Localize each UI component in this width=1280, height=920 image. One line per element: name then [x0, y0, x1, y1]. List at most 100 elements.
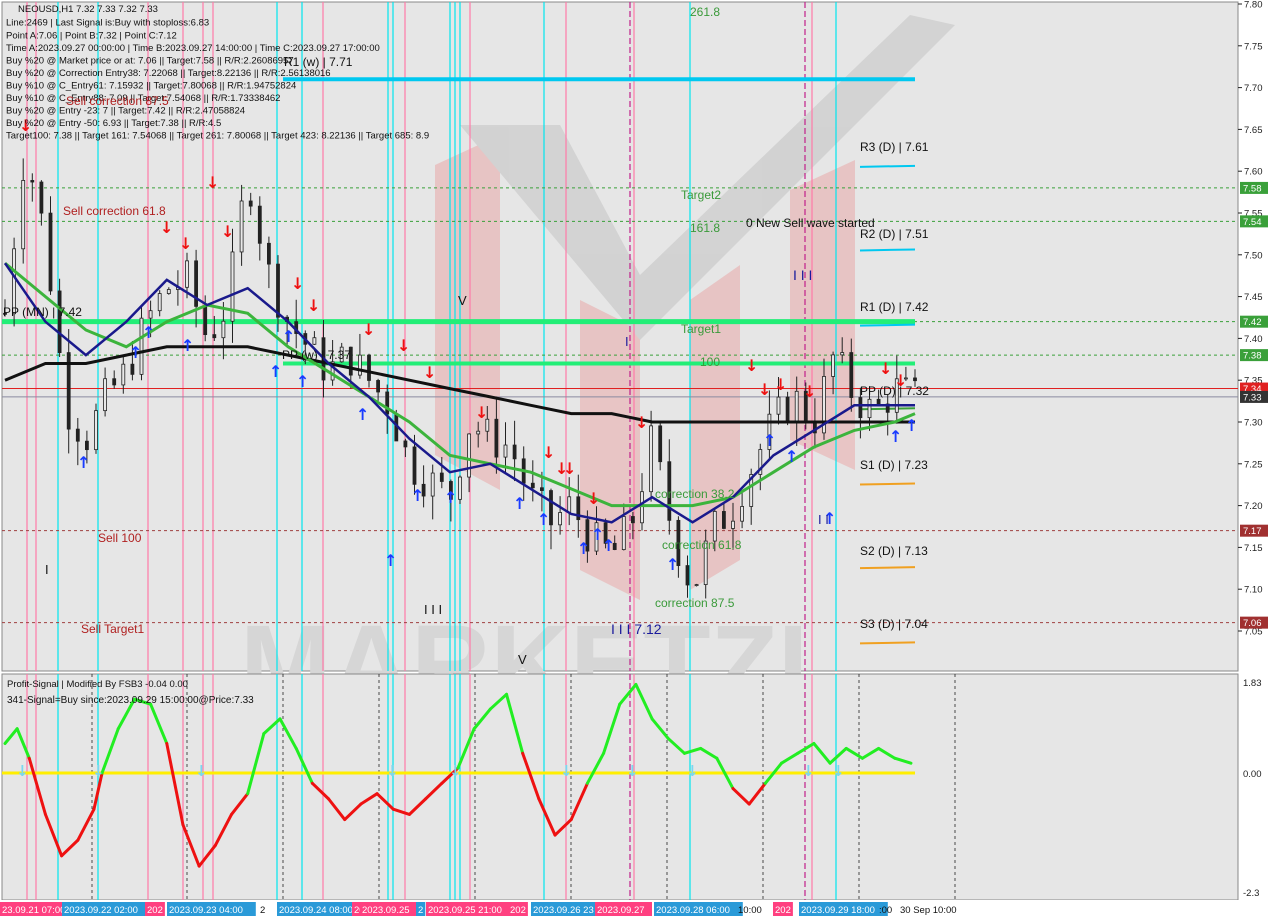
- candle-body: [257, 205, 262, 244]
- oscillator-title: Profit-Signal | Modified By FSB3 -0.04 0…: [7, 679, 188, 690]
- price-tick-label: 7.70: [1244, 83, 1263, 94]
- price-tick-label: 7.15: [1244, 543, 1263, 554]
- candle-body: [785, 396, 790, 423]
- candle-body: [694, 584, 699, 586]
- info-line: Buy %20 @ Correction Entry38: 7.22068 ||…: [6, 68, 331, 79]
- left-tick-label: I: [45, 562, 49, 577]
- candle-body: [476, 430, 481, 435]
- candle-body: [367, 354, 371, 381]
- candle-body: [512, 444, 517, 460]
- sell-arrow-icon: ↓: [179, 234, 192, 253]
- candle-body: [385, 391, 390, 415]
- buy-arrow-icon: ↑: [444, 488, 457, 507]
- buy-arrow-icon: ↑: [785, 447, 798, 466]
- candle-body: [540, 487, 544, 491]
- buy-arrow-icon: ↑: [411, 486, 424, 505]
- cross-marker-icon: ↓: [802, 762, 815, 780]
- price-badge-label: 7.54: [1243, 217, 1262, 228]
- time-axis-label: 202: [147, 905, 163, 916]
- price-tick-label: 7.25: [1244, 459, 1263, 470]
- price-badge-label: 7.38: [1243, 351, 1262, 362]
- buy-arrow-icon: ↑: [763, 431, 776, 450]
- sell-arrow-icon: ↓: [745, 356, 758, 375]
- price-tick-label: 7.20: [1244, 501, 1263, 512]
- sell-arrow-icon: ↓: [221, 222, 234, 241]
- candle-body: [867, 398, 872, 419]
- sell-arrow-icon: ↓: [542, 443, 555, 462]
- wave-v-bottom-label: V: [518, 652, 527, 667]
- candle-body: [458, 476, 462, 500]
- sell-target1-label: Sell Target1: [81, 622, 144, 636]
- candle-body: [403, 440, 408, 448]
- price-tick-label: 7.50: [1244, 250, 1263, 261]
- target2-label: Target2: [681, 188, 721, 202]
- candle-body: [794, 390, 799, 423]
- info-line: Time A:2023.09.27 00:00:00 | Time B:2023…: [6, 43, 380, 54]
- price-badge-label: 7.58: [1243, 183, 1262, 194]
- time-axis-label: 202: [775, 905, 791, 916]
- wave-i-label: I: [625, 334, 629, 349]
- candle-body: [849, 352, 854, 398]
- candle-body: [685, 565, 690, 586]
- fib-261-label: 261.8: [690, 5, 720, 19]
- price-badge-label: 7.33: [1243, 392, 1262, 403]
- candle-body: [439, 472, 444, 482]
- sell-100-label: Sell 100: [98, 531, 142, 545]
- candle-body: [567, 496, 572, 513]
- candle-body: [558, 512, 562, 526]
- price-badges: 7.587.547.427.387.347.337.177.06: [1240, 181, 1268, 629]
- candle-body: [103, 378, 107, 412]
- cross-marker-icon: ↓: [195, 762, 208, 780]
- candle-body: [831, 354, 835, 377]
- pp-daily-label: PP (D) | 7.32: [860, 384, 929, 398]
- osc-axis-tick: 0.00: [1243, 769, 1262, 780]
- r2-daily-label: R2 (D) | 7.51: [860, 227, 929, 241]
- time-axis-label: 2023.09.27: [597, 905, 645, 916]
- oscillator-axis: 1.83 0.00 -2.3: [1243, 678, 1262, 899]
- daily-pivot-line: [859, 566, 916, 570]
- info-line: Line:2469 | Last Signal is:Buy with stop…: [6, 18, 209, 29]
- price-tick-label: 7.40: [1244, 334, 1263, 345]
- buy-arrow-icon: ↑: [77, 453, 90, 472]
- candle-body: [376, 380, 381, 393]
- buy-arrow-icon: ↑: [384, 551, 397, 570]
- candle-body: [731, 520, 735, 529]
- daily-pivot-line: [859, 248, 916, 252]
- cross-marker-icon: ↓: [626, 762, 639, 780]
- osc-axis-tick: -2.3: [1243, 888, 1259, 899]
- sell-arrow-icon: ↓: [587, 489, 600, 508]
- cross-marker-icon: ↓: [386, 762, 399, 780]
- correction-618-label: correction 61.8: [662, 538, 742, 552]
- cross-marker-icon: ↓: [449, 762, 462, 780]
- time-axis-label: 2023.09.25 21:00: [428, 905, 502, 916]
- pp-weekly-label: PP (w) | 7.37: [282, 348, 351, 362]
- fib-161-label: 161.8: [690, 221, 720, 235]
- price-badge-label: 7.06: [1243, 618, 1262, 629]
- r1-daily-label: R1 (D) | 7.42: [860, 300, 929, 314]
- buy-arrow-icon: ↑: [666, 555, 679, 574]
- candle-body: [876, 398, 881, 405]
- time-axis-label: 2023.09.25: [362, 905, 410, 916]
- candle-body: [39, 181, 44, 214]
- candle-body: [412, 446, 417, 485]
- candle-body: [621, 516, 626, 550]
- candle-body: [157, 293, 162, 312]
- candle-body: [312, 337, 317, 345]
- sell-arrow-icon: ↓: [206, 173, 219, 192]
- candle-body: [85, 440, 89, 451]
- candle-body: [112, 378, 117, 386]
- oscillator-signal-text: 341-Signal=Buy since:2023.09.29 15:00:00…: [7, 695, 254, 706]
- wave-iii-label: I I I: [424, 602, 442, 617]
- time-axis-label: :00: [879, 905, 892, 916]
- time-axis-label: 2: [418, 905, 423, 916]
- s2-daily-label: S2 (D) | 7.13: [860, 544, 928, 558]
- buy-arrow-icon: ↑: [537, 510, 550, 529]
- time-axis-label: 2: [260, 905, 265, 916]
- sell-arrow-icon: ↓: [563, 459, 576, 478]
- time-axis-label: 2023.09.28 06:00: [656, 905, 730, 916]
- price-tick-label: 7.60: [1244, 167, 1263, 178]
- time-axis-label: 2023.09.26 23: [533, 905, 594, 916]
- chart-canvas: MARKETZI ↑↑↑↑↑↑↑↑↑↑ ↑ ↑↑↑↑↑↑↑↑↑↑↑↓↓↓↓↓↓↓↓↓…: [0, 0, 1280, 920]
- daily-pivot-line: [859, 482, 916, 486]
- candle-body: [430, 472, 435, 497]
